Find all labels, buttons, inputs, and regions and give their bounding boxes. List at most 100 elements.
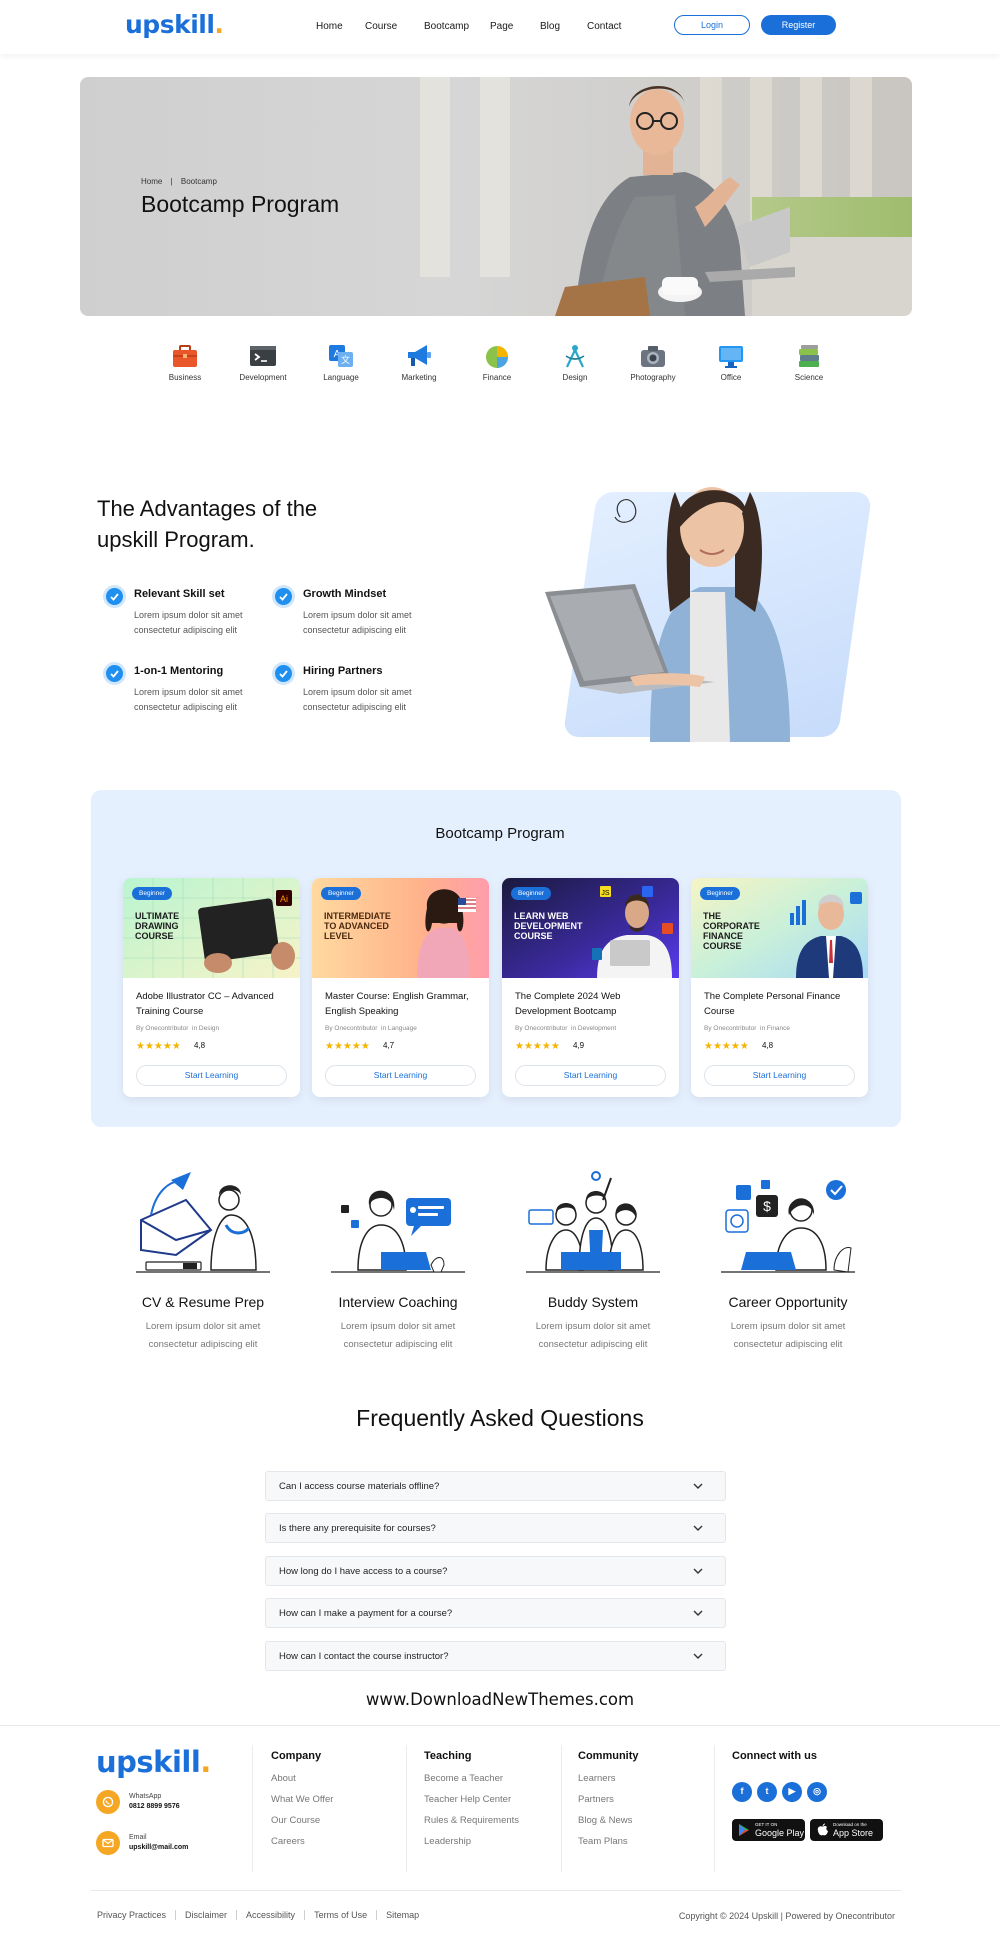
- service-description: Lorem ipsum dolor sit amet consectetur ad…: [708, 1318, 868, 1354]
- footer-link[interactable]: About: [271, 1774, 333, 1784]
- chevron-down-icon: [693, 1610, 703, 1616]
- service-description-line: consectetur adipiscing elit: [538, 1339, 648, 1350]
- footer-link[interactable]: Rules & Requirements: [424, 1816, 519, 1826]
- youtube-icon[interactable]: ▶: [782, 1782, 802, 1802]
- meta-category[interactable]: Finance: [767, 1025, 790, 1032]
- interview-illustration: [331, 1190, 465, 1273]
- legal-link[interactable]: Terms of Use: [305, 1910, 378, 1920]
- login-button[interactable]: Login: [674, 15, 750, 35]
- feature-description-line: Lorem ipsum dolor sit amet: [134, 687, 243, 697]
- check-icon: [106, 665, 123, 682]
- nav-home[interactable]: Home: [316, 21, 343, 32]
- meta-category[interactable]: Language: [388, 1025, 417, 1032]
- course-title[interactable]: Master Course: English Grammar, English S…: [325, 989, 480, 1019]
- course-card[interactable]: JS Beginner LEARN WEB DEVELOPMENT COURSE T…: [502, 878, 679, 1097]
- thumbnail-text: THE CORPORATE FINANCE COURSE: [703, 911, 783, 951]
- footer-link[interactable]: Partners: [578, 1795, 639, 1805]
- category-design[interactable]: Design: [540, 343, 610, 382]
- legal-link[interactable]: Disclaimer: [176, 1910, 238, 1920]
- course-card[interactable]: Beginner INTERMEDIATE TO ADVANCED LEVEL Ma…: [312, 878, 489, 1097]
- category-science[interactable]: Science: [774, 343, 844, 382]
- footer-link[interactable]: What We Offer: [271, 1795, 333, 1805]
- app-store-badge[interactable]: Download on the App Store: [810, 1819, 883, 1841]
- apple-icon: [817, 1823, 828, 1836]
- meta-author[interactable]: Onecontributor: [334, 1025, 377, 1032]
- course-card[interactable]: Ai Beginner ULTIMATE DRAWING COURSE Adobe …: [123, 878, 300, 1097]
- logo[interactable]: upskill.: [125, 10, 224, 39]
- breadcrumb-home[interactable]: Home: [141, 177, 162, 186]
- category-language[interactable]: A文 Language: [306, 343, 376, 382]
- meta-in: in: [571, 1025, 577, 1032]
- feature-description: Lorem ipsum dolor sit amet consectetur ad…: [134, 608, 284, 638]
- footer-column-heading: Community: [578, 1750, 639, 1762]
- footer-logo[interactable]: upskill.: [96, 1745, 211, 1779]
- meta-category[interactable]: Development: [578, 1025, 616, 1032]
- start-learning-button[interactable]: Start Learning: [325, 1065, 476, 1086]
- footer-link[interactable]: Become a Teacher: [424, 1774, 519, 1784]
- nav-page[interactable]: Page: [490, 21, 513, 32]
- email-contact[interactable]: Email upskill@mail.com: [96, 1831, 216, 1861]
- mail-icon: [96, 1831, 120, 1855]
- footer-link[interactable]: Careers: [271, 1837, 333, 1847]
- start-learning-button[interactable]: Start Learning: [136, 1065, 287, 1086]
- faq-item[interactable]: How long do I have access to a course?: [265, 1556, 726, 1586]
- pie-chart-icon: [486, 346, 508, 368]
- start-learning-button[interactable]: Start Learning: [515, 1065, 666, 1086]
- footer-link[interactable]: Leadership: [424, 1837, 519, 1847]
- course-title-line: The Complete Personal Finance: [704, 991, 841, 1002]
- logo-text: upskill: [125, 10, 215, 39]
- chevron-down-icon: [693, 1483, 703, 1489]
- faq-item[interactable]: Can I access course materials offline?: [265, 1471, 726, 1501]
- start-learning-button[interactable]: Start Learning: [704, 1065, 855, 1086]
- legal-link[interactable]: Sitemap: [377, 1910, 428, 1920]
- course-title[interactable]: The Complete Personal Finance Course: [704, 989, 859, 1019]
- nav-bootcamp[interactable]: Bootcamp: [424, 21, 469, 32]
- course-card[interactable]: Beginner THE CORPORATE FINANCE COURSE The C…: [691, 878, 868, 1097]
- instagram-icon[interactable]: ◎: [807, 1782, 827, 1802]
- service-item: CV & Resume Prep Lorem ipsum dolor sit a…: [123, 1170, 283, 1354]
- footer-link[interactable]: Teacher Help Center: [424, 1795, 519, 1805]
- meta-author[interactable]: Onecontributor: [713, 1025, 756, 1032]
- footer-link[interactable]: Blog & News: [578, 1816, 639, 1826]
- nav-course[interactable]: Course: [365, 21, 397, 32]
- course-title-line: Training Course: [136, 1006, 204, 1017]
- faq-item[interactable]: How can I contact the course instructor?: [265, 1641, 726, 1671]
- category-photography[interactable]: Photography: [618, 343, 688, 382]
- faq-item[interactable]: Is there any prerequisite for courses?: [265, 1513, 726, 1543]
- category-business[interactable]: Business: [150, 343, 220, 382]
- meta-author[interactable]: Onecontributor: [524, 1025, 567, 1032]
- nav-contact[interactable]: Contact: [587, 21, 621, 32]
- meta-category[interactable]: Design: [199, 1025, 219, 1032]
- facebook-icon[interactable]: f: [732, 1782, 752, 1802]
- category-label: Marketing: [401, 373, 437, 382]
- faq-item[interactable]: How can I make a payment for a course?: [265, 1598, 726, 1628]
- thumbnail-text-line: COURSE: [135, 931, 174, 941]
- footer-link[interactable]: Our Course: [271, 1816, 333, 1826]
- legal-link[interactable]: Accessibility: [237, 1910, 306, 1920]
- category-label: Photography: [630, 373, 676, 382]
- service-title: Interview Coaching: [338, 1294, 458, 1310]
- register-button[interactable]: Register: [761, 15, 836, 35]
- feature-description-line: Lorem ipsum dolor sit amet: [303, 687, 412, 697]
- footer-link[interactable]: Team Plans: [578, 1837, 639, 1847]
- twitter-icon[interactable]: t: [757, 1782, 777, 1802]
- copyright-text: Copyright © 2024 Upskill | Powered by On…: [678, 1911, 895, 1921]
- whatsapp-contact[interactable]: WhatsApp 0812 8899 9576: [96, 1790, 216, 1820]
- nav-blog[interactable]: Blog: [540, 21, 560, 32]
- category-finance[interactable]: Finance: [462, 343, 532, 382]
- course-title-line: Master Course: English Grammar,: [325, 991, 469, 1002]
- course-title[interactable]: Adobe Illustrator CC – Advanced Training …: [136, 989, 291, 1019]
- briefcase-icon: [173, 345, 197, 367]
- footer-link[interactable]: Learners: [578, 1774, 639, 1784]
- meta-author[interactable]: Onecontributor: [145, 1025, 188, 1032]
- youtube-glyph: ▶: [788, 1786, 796, 1796]
- category-office[interactable]: Office: [696, 343, 766, 382]
- legal-link[interactable]: Privacy Practices: [97, 1910, 177, 1920]
- google-play-badge[interactable]: GET IT ON Google Play: [732, 1819, 805, 1841]
- service-description-line: Lorem ipsum dolor sit amet: [145, 1321, 261, 1332]
- category-development[interactable]: Development: [228, 343, 298, 382]
- category-marketing[interactable]: Marketing: [384, 343, 454, 382]
- feature-description: Lorem ipsum dolor sit amet consectetur ad…: [134, 685, 284, 715]
- camera-icon: [641, 346, 665, 367]
- course-title[interactable]: The Complete 2024 Web Development Bootcam…: [515, 989, 670, 1019]
